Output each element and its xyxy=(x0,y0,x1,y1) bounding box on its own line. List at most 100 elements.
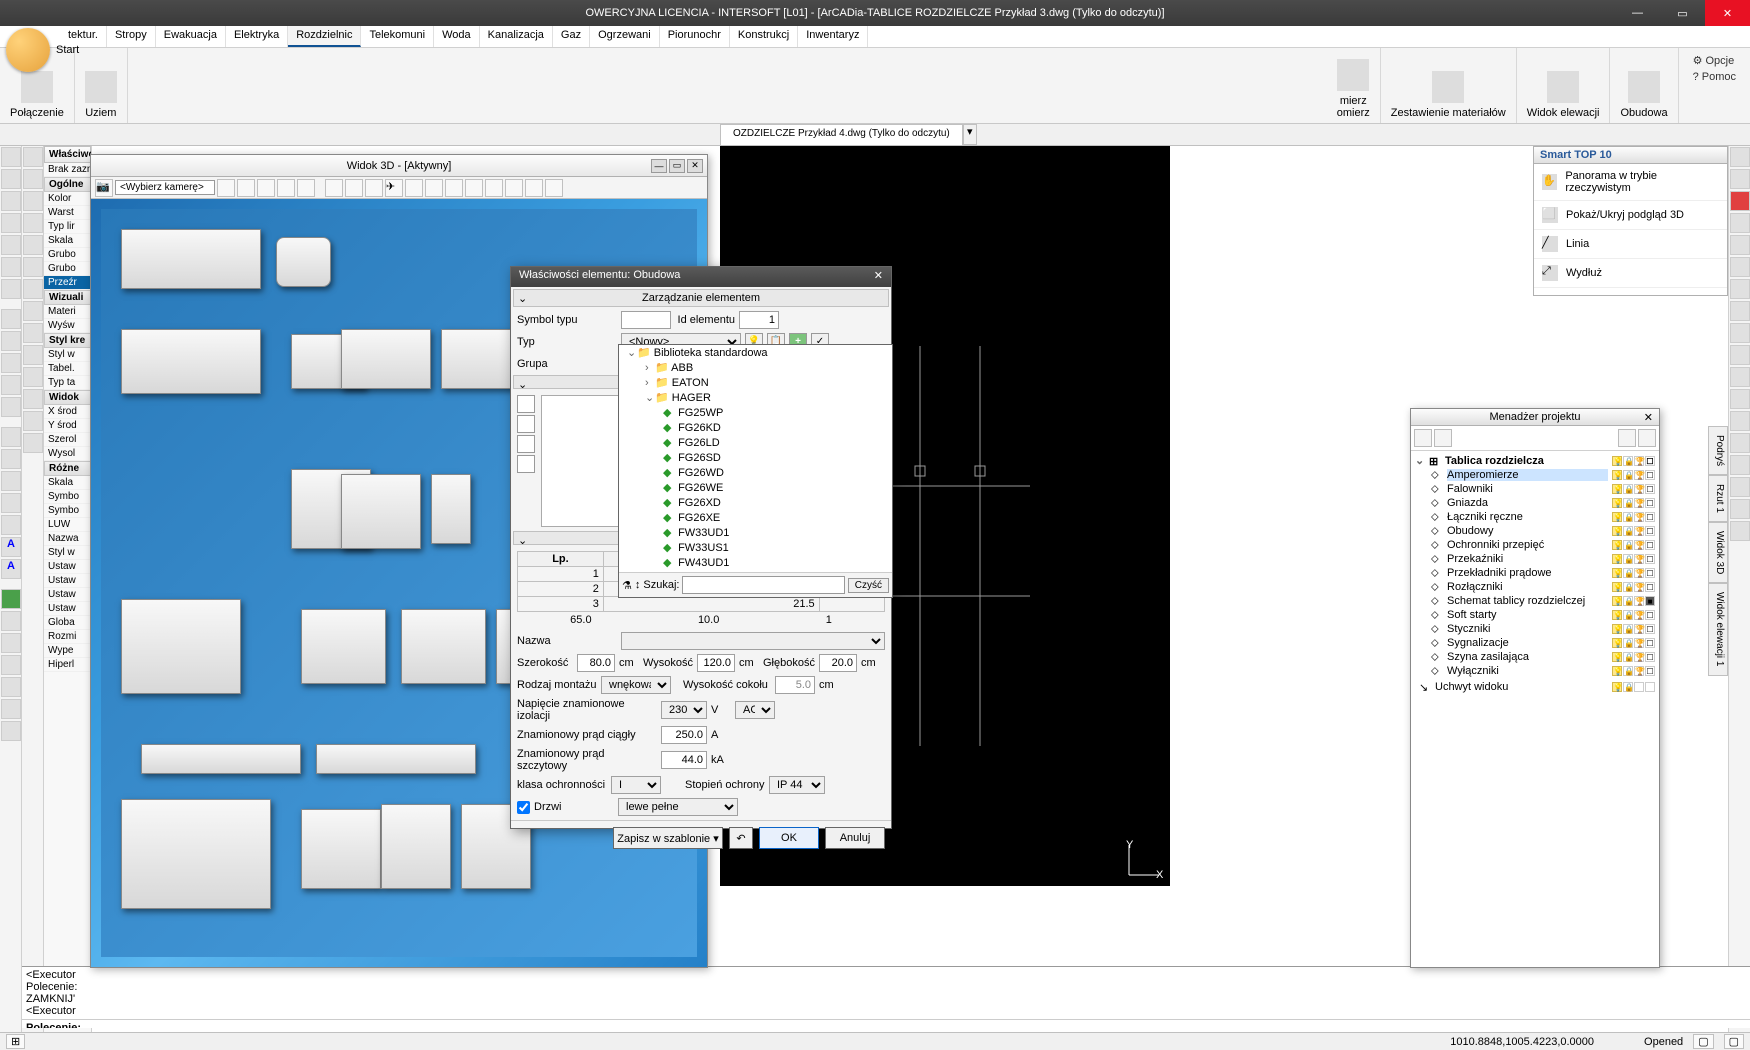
sun-icon[interactable] xyxy=(277,179,295,197)
status-btn[interactable]: ⊞ xyxy=(6,1034,25,1049)
props-row[interactable]: Skala xyxy=(44,234,91,248)
props-row[interactable]: Wyśw xyxy=(44,319,91,333)
pm-item[interactable]: ⬦Schemat tablicy rozdzielczej💡🔒🏆■ xyxy=(1413,594,1657,608)
props-row[interactable]: Styl w xyxy=(44,546,91,560)
ribbon-opcje[interactable]: ⚙ Opcje xyxy=(1693,54,1736,67)
material-icon[interactable] xyxy=(465,179,483,197)
pm-item[interactable]: ⬦Ochronniki przepięć💡🔒🏆☐ xyxy=(1413,538,1657,552)
props-row[interactable]: LUW xyxy=(44,518,91,532)
tree-item[interactable]: ◆ FW33UD1 xyxy=(619,525,892,540)
pm-uchwyt-widoku[interactable]: ↘Uchwyt widoku💡🔒 xyxy=(1413,680,1657,694)
pm-item[interactable]: ⬦Styczniki💡🔒🏆☐ xyxy=(1413,622,1657,636)
side-tab[interactable]: Widok 3D xyxy=(1708,522,1728,583)
rtool-icon[interactable] xyxy=(1730,345,1750,365)
tree-item[interactable]: ◆ FG26WE xyxy=(619,480,892,495)
select-stopien[interactable]: IP 44 xyxy=(769,776,825,794)
tool-circle-icon[interactable] xyxy=(1,213,21,233)
viewport-close-icon[interactable]: ✕ xyxy=(687,159,703,173)
tree-item[interactable]: ◆ FW43UD1 xyxy=(619,555,892,570)
walk-icon[interactable] xyxy=(257,179,275,197)
btn-anuluj[interactable]: Anuluj xyxy=(825,827,885,849)
start-orb[interactable] xyxy=(6,28,50,72)
ribbon-tab[interactable]: Ewakuacja xyxy=(156,26,226,47)
rtool-icon[interactable] xyxy=(1730,389,1750,409)
close-button[interactable]: ✕ xyxy=(1705,0,1750,26)
input-symbol-typu[interactable] xyxy=(621,311,671,329)
select-rodzaj-montazu[interactable]: wnękowa xyxy=(601,676,671,694)
pm-item[interactable]: ⬦Wyłączniki💡🔒🏆☐ xyxy=(1413,664,1657,678)
select-drzwi[interactable]: lewe pełne xyxy=(618,798,738,816)
command-line[interactable]: <Executor Polecenie: ZAMKNIJ' <Executor … xyxy=(22,966,1750,1028)
plane-icon[interactable]: ✈ xyxy=(385,179,403,197)
snap-perp-icon[interactable] xyxy=(23,323,43,343)
filter-icon[interactable]: ⚗ xyxy=(622,579,632,592)
tree-item[interactable]: ◆ FG26XD xyxy=(619,495,892,510)
input-glebokosc[interactable] xyxy=(819,654,857,672)
side-tab[interactable]: Rzut 1 xyxy=(1708,475,1728,522)
rtool-arrow-icon[interactable] xyxy=(1730,147,1750,167)
settings-icon[interactable] xyxy=(545,179,563,197)
tool-block-icon[interactable] xyxy=(1,353,21,373)
rtool-icon[interactable] xyxy=(1730,235,1750,255)
select-napiecie[interactable]: 230 xyxy=(661,701,707,719)
nav-icon[interactable] xyxy=(217,179,235,197)
grid-icon[interactable] xyxy=(297,179,315,197)
tree-item[interactable]: ◆ FG26XE xyxy=(619,510,892,525)
props-row[interactable]: Skala xyxy=(44,476,91,490)
pm-close-icon[interactable]: ✕ xyxy=(1644,411,1653,424)
ribbon-pomoc[interactable]: ? Pomoc xyxy=(1693,71,1736,83)
maximize-button[interactable]: ▭ xyxy=(1660,0,1705,26)
props-row[interactable]: Globa xyxy=(44,616,91,630)
snap-near-icon[interactable] xyxy=(23,367,43,387)
tool-text-a2-icon[interactable]: A xyxy=(1,559,21,579)
tool-text-a-icon[interactable]: A xyxy=(1,537,21,557)
props-filter[interactable]: Brak zazn xyxy=(44,163,91,177)
props-section-rozne[interactable]: Różne xyxy=(44,461,91,476)
tool-zoom-ext-icon[interactable] xyxy=(1,699,21,719)
props-row[interactable]: Typ ta xyxy=(44,376,91,390)
props-row[interactable]: X środ xyxy=(44,405,91,419)
tree-brand[interactable]: ⌄📁 HAGER xyxy=(619,390,892,405)
tool-zoom-in-icon[interactable] xyxy=(1,655,21,675)
minimize-button[interactable]: — xyxy=(1615,0,1660,26)
ribbon-group-obudowa[interactable]: Obudowa xyxy=(1610,48,1678,123)
props-row[interactable]: Szerol xyxy=(44,433,91,447)
tool-layers-icon[interactable] xyxy=(1,331,21,351)
pm-item[interactable]: ⬦Rozłączniki💡🔒🏆☐ xyxy=(1413,580,1657,594)
tree-brand[interactable]: ›📁 ABB xyxy=(619,360,892,375)
viewport-maximize-icon[interactable]: ▭ xyxy=(669,159,685,173)
ribbon-tab[interactable]: Konstrukcj xyxy=(730,26,798,47)
props-section-widok[interactable]: Widok xyxy=(44,390,91,405)
pm-item[interactable]: ⬦Amperomierze💡🔒🏆☐ xyxy=(1413,468,1657,482)
view-iso-icon[interactable] xyxy=(365,179,383,197)
tool-zoom-out-icon[interactable] xyxy=(1,677,21,697)
select-ac[interactable]: AC xyxy=(735,701,775,719)
person-icon[interactable] xyxy=(405,179,423,197)
pm-item[interactable]: ⬦Przekładniki prądowe💡🔒🏆☐ xyxy=(1413,566,1657,580)
props-row[interactable]: Nazwa xyxy=(44,532,91,546)
tree-item[interactable]: ◆ FG26KD xyxy=(619,420,892,435)
pm-item[interactable]: ⬦Gniazda💡🔒🏆☐ xyxy=(1413,496,1657,510)
section-zarzadzanie[interactable]: ⌄ Zarządzanie elementem xyxy=(513,289,889,307)
tree-item[interactable]: ◆ FG26SD xyxy=(619,450,892,465)
tree-item[interactable]: ◆ FG26WD xyxy=(619,465,892,480)
snap-ext-icon[interactable] xyxy=(23,279,43,299)
tool-scale-icon[interactable] xyxy=(1,515,21,535)
props-row[interactable]: Grubo xyxy=(44,248,91,262)
pm-item[interactable]: ⬦Szyna zasilająca💡🔒🏆☐ xyxy=(1413,650,1657,664)
tool-zoom-icon[interactable] xyxy=(1,633,21,653)
snap-int-icon[interactable] xyxy=(23,257,43,277)
orbit-icon[interactable] xyxy=(237,179,255,197)
props-section-wizuali[interactable]: Wizuali xyxy=(44,290,91,305)
preview-tool-icon[interactable] xyxy=(517,435,535,453)
rtool-icon[interactable] xyxy=(1730,521,1750,541)
tool-undo-icon[interactable] xyxy=(1,589,21,609)
search-input[interactable] xyxy=(682,576,844,594)
doc-tab-menu[interactable]: ▾ xyxy=(963,124,977,145)
status-btn[interactable]: ▢ xyxy=(1724,1034,1744,1049)
input-szerokosc[interactable] xyxy=(577,654,615,672)
ribbon-tab[interactable]: Piorunochr xyxy=(660,26,730,47)
cube-icon[interactable] xyxy=(425,179,443,197)
pm-item[interactable]: ⬦Soft starty💡🔒🏆☐ xyxy=(1413,608,1657,622)
smart-item[interactable]: ⤢Wydłuż xyxy=(1534,259,1727,288)
